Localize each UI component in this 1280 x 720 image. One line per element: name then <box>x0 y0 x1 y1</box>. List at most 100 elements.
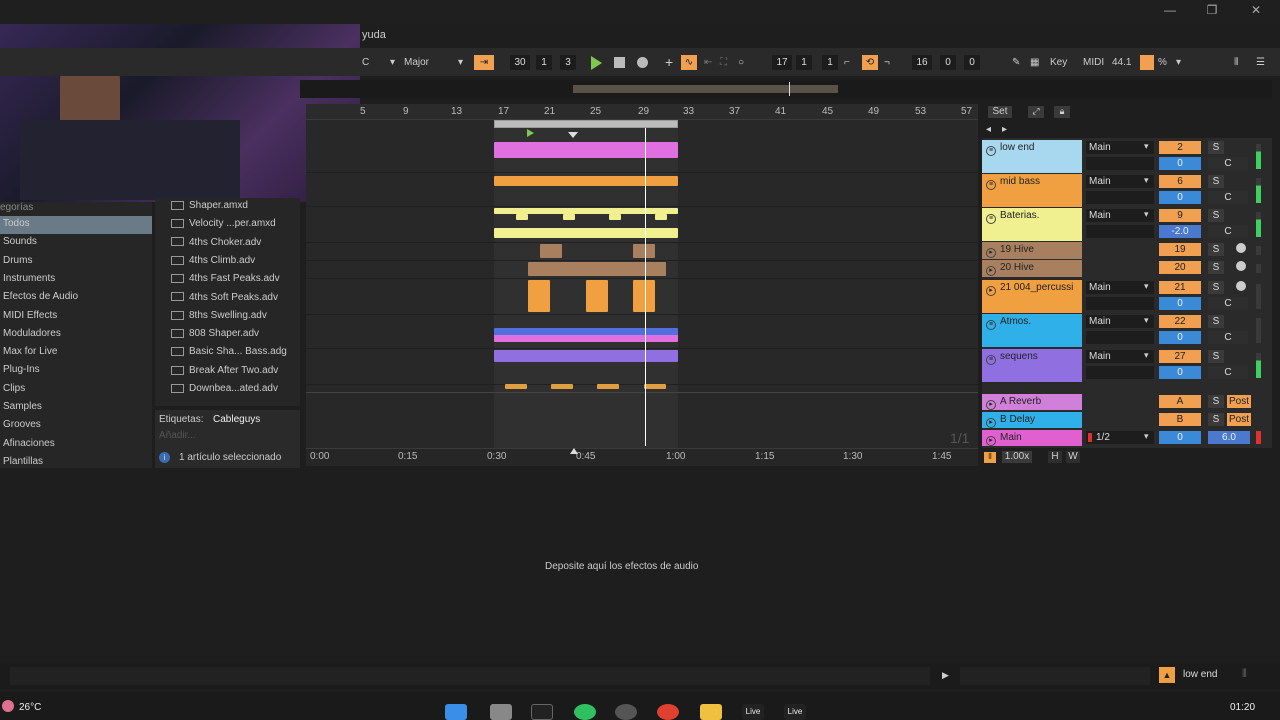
pan-center[interactable]: C <box>1208 225 1248 238</box>
track-header[interactable]: ≡ sequens <box>982 349 1082 382</box>
chevron-down-icon[interactable]: ▾ <box>1144 350 1149 361</box>
loop-length-sixteenth[interactable]: 0 <box>964 55 980 70</box>
track-input-select[interactable] <box>1086 225 1154 238</box>
browser-file-item[interactable]: Shaper.amxd <box>171 198 248 214</box>
play-small-icon[interactable]: ▶ <box>942 670 949 681</box>
restore-button[interactable]: ❐ <box>1202 3 1222 19</box>
browser-file-item[interactable]: Velocity ...per.amxd <box>171 216 276 232</box>
loop-circle-icon[interactable]: ○ <box>738 55 744 70</box>
category-plantillas[interactable]: Plantillas <box>3 454 43 470</box>
track-input-select[interactable] <box>1086 191 1154 204</box>
track-fold-icon[interactable]: ▸ <box>986 266 996 276</box>
track-number[interactable]: 9 <box>1159 209 1201 222</box>
clip-baterias[interactable] <box>516 214 528 220</box>
track-up-icon[interactable]: ▲ <box>1159 667 1175 683</box>
chevron-down-icon[interactable]: ▾ <box>1176 55 1181 70</box>
waveform-icon[interactable]: ⦀ <box>984 452 996 463</box>
draw-mode-icon[interactable]: ✎ <box>1012 55 1020 70</box>
category-grooves[interactable]: Grooves <box>3 417 41 433</box>
tag-cableguys[interactable]: Cableguys <box>213 414 260 425</box>
track-type-icon[interactable]: ≡ <box>986 320 996 330</box>
category-efectos-de-audio[interactable]: Efectos de Audio <box>3 289 78 305</box>
clip-percussion[interactable] <box>633 280 655 312</box>
track-fold-icon[interactable]: ▸ <box>986 436 996 446</box>
computer-keyboard-icon[interactable]: ▦ <box>1030 55 1039 70</box>
category-instruments[interactable]: Instruments <box>3 271 55 287</box>
device-drop-zone[interactable]: Deposite aquí los efectos de audio <box>545 561 698 572</box>
task-view-icon[interactable] <box>490 704 512 720</box>
nav-left-icon[interactable]: ◂ <box>986 124 991 135</box>
chevron-down-icon[interactable]: ▾ <box>1144 281 1149 292</box>
record-icon[interactable] <box>637 57 648 68</box>
punch-in-icon[interactable]: ⌐ <box>844 55 850 70</box>
track-volume[interactable]: -2.0 <box>1159 225 1201 238</box>
minimize-button[interactable]: — <box>1160 3 1180 19</box>
back-to-arrangement-icon[interactable]: ⇤ <box>704 55 712 70</box>
weather-temp[interactable]: 26°C <box>19 702 41 713</box>
loop-brace[interactable] <box>494 120 678 128</box>
main-volume[interactable]: 0 <box>1159 431 1201 444</box>
solo-button[interactable]: S <box>1208 243 1224 256</box>
track-volume[interactable]: 0 <box>1159 191 1201 204</box>
obs-icon[interactable] <box>615 704 637 720</box>
solo-button[interactable]: S <box>1208 209 1224 222</box>
key-map-button[interactable]: Key <box>1050 55 1067 70</box>
zoom-value[interactable]: 1.00x <box>1002 451 1032 463</box>
insert-marker-icon[interactable] <box>568 132 578 138</box>
track-volume[interactable]: 0 <box>1159 157 1201 170</box>
track-header[interactable]: ≡ mid bass <box>982 174 1082 207</box>
chevron-down-icon[interactable]: ▾ <box>1144 175 1149 186</box>
loop-toggle-button[interactable]: ⟲ <box>862 55 878 70</box>
lock-icon[interactable]: 🔒︎ <box>1054 106 1070 118</box>
solo-button[interactable]: S <box>1208 141 1224 154</box>
clip-baterias[interactable] <box>563 214 575 220</box>
track-input-select[interactable] <box>1086 366 1154 379</box>
midi-map-button[interactable]: MIDI <box>1083 55 1104 70</box>
pan-center[interactable]: C <box>1208 366 1248 379</box>
clip-atmos[interactable] <box>494 328 678 342</box>
category-max-for-live[interactable]: Max for Live <box>3 344 57 360</box>
loop-start-sixteenth[interactable]: 1 <box>822 55 838 70</box>
position-beat[interactable]: 1 <box>536 55 552 70</box>
return-track-header[interactable]: ▸ B Delay <box>982 412 1082 428</box>
browser-file-item[interactable]: 4ths Choker.adv <box>171 235 261 251</box>
clip-baterias[interactable] <box>655 214 667 220</box>
solo-button[interactable]: S <box>1208 395 1224 408</box>
category-moduladores[interactable]: Moduladores <box>3 326 61 342</box>
track-header[interactable]: ≡ Atmos. <box>982 314 1082 347</box>
category-afinaciones[interactable]: Afinaciones <box>3 436 55 452</box>
loop-length-bar[interactable]: 16 <box>912 55 932 70</box>
expand-icon[interactable]: ⤢ <box>1028 106 1044 118</box>
track-header[interactable]: ▸ 19 Hive <box>982 242 1082 259</box>
clip-percussion[interactable] <box>528 280 550 312</box>
return-letter[interactable]: B <box>1159 413 1201 426</box>
add-tag-input[interactable]: Añadir... <box>159 430 196 441</box>
clip-percussion[interactable] <box>586 280 608 312</box>
browser-file-item[interactable]: 4ths Soft Peaks.adv <box>171 290 278 306</box>
track-number[interactable]: 27 <box>1159 350 1201 363</box>
position-sixteenth[interactable]: 3 <box>560 55 576 70</box>
loop-start-beat[interactable]: 1 <box>796 55 812 70</box>
track-number[interactable]: 22 <box>1159 315 1201 328</box>
category-drums[interactable]: Drums <box>3 253 32 269</box>
track-fold-icon[interactable]: ▸ <box>986 418 996 428</box>
track-volume[interactable]: 0 <box>1159 297 1201 310</box>
clip-19-hive[interactable] <box>540 244 562 258</box>
category-todos[interactable]: Todos <box>3 216 30 232</box>
return-letter[interactable]: A <box>1159 395 1201 408</box>
monitor-icon[interactable] <box>1236 243 1246 253</box>
browser-file-item[interactable]: Downbea...ated.adv <box>171 381 278 397</box>
scale-select[interactable]: Major <box>404 55 429 70</box>
track-header[interactable]: ≡ low end <box>982 140 1082 173</box>
monitor-icon[interactable] <box>1236 281 1246 291</box>
track-header[interactable]: ▸ 20 Hive <box>982 260 1082 277</box>
automation-arm-button[interactable]: ∿ <box>681 55 697 70</box>
chevron-down-icon[interactable]: ▾ <box>1144 209 1149 220</box>
play-icon[interactable] <box>591 56 602 70</box>
track-volume[interactable]: 0 <box>1159 366 1201 379</box>
add-icon[interactable]: + <box>665 55 673 70</box>
category-clips[interactable]: Clips <box>3 381 25 397</box>
loop-start-bar[interactable]: 17 <box>772 55 792 70</box>
track-fold-icon[interactable]: ▸ <box>986 400 996 410</box>
category-plug-ins[interactable]: Plug-Ins <box>3 362 40 378</box>
